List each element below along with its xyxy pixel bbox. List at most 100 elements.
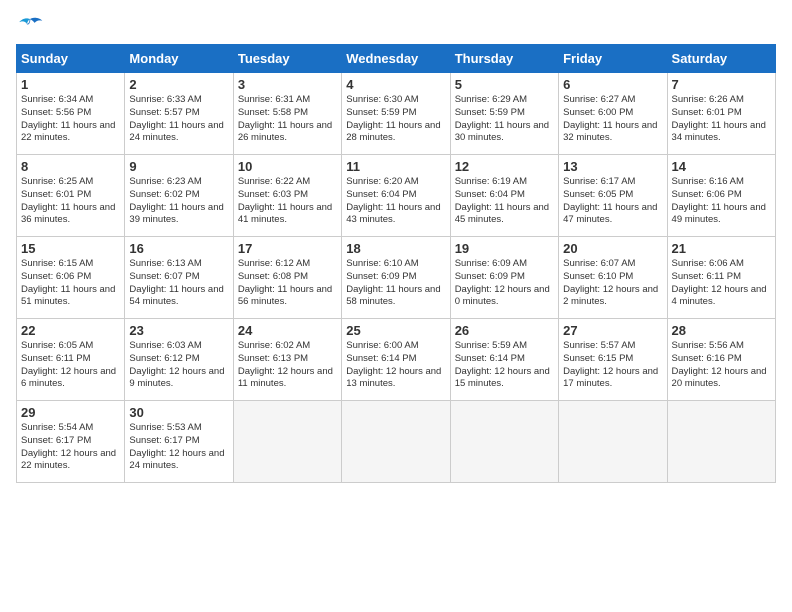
day-info: Sunrise: 6:15 AMSunset: 6:06 PMDaylight:… <box>21 258 120 309</box>
day-info: Sunrise: 6:16 AMSunset: 6:06 PMDaylight:… <box>672 176 771 227</box>
day-number: 29 <box>21 405 120 420</box>
calendar-cell: 22 Sunrise: 6:05 AMSunset: 6:11 PMDayligh… <box>17 319 125 401</box>
calendar-cell <box>233 401 341 483</box>
calendar-cell <box>559 401 667 483</box>
calendar-cell: 12 Sunrise: 6:19 AMSunset: 6:04 PMDayligh… <box>450 155 558 237</box>
calendar-cell: 11 Sunrise: 6:20 AMSunset: 6:04 PMDayligh… <box>342 155 450 237</box>
day-info: Sunrise: 6:03 AMSunset: 6:12 PMDaylight:… <box>129 340 228 391</box>
day-info: Sunrise: 6:34 AMSunset: 5:56 PMDaylight:… <box>21 94 120 145</box>
day-number: 2 <box>129 77 228 92</box>
week-row: 8Sunrise: 6:25 AMSunset: 6:01 PMDaylight… <box>17 155 776 237</box>
calendar-cell <box>667 401 775 483</box>
day-info: Sunrise: 6:31 AMSunset: 5:58 PMDaylight:… <box>238 94 337 145</box>
calendar-cell: 18 Sunrise: 6:10 AMSunset: 6:09 PMDayligh… <box>342 237 450 319</box>
calendar-cell: 1 Sunrise: 6:34 AMSunset: 5:56 PMDaylight… <box>17 73 125 155</box>
calendar-cell: 28Sunrise: 5:56 AMSunset: 6:16 PMDayligh… <box>667 319 775 401</box>
day-info: Sunrise: 6:30 AMSunset: 5:59 PMDaylight:… <box>346 94 445 145</box>
calendar-cell: 13 Sunrise: 6:17 AMSunset: 6:05 PMDayligh… <box>559 155 667 237</box>
day-info: Sunrise: 6:06 AMSunset: 6:11 PMDaylight:… <box>672 258 771 309</box>
calendar-cell <box>342 401 450 483</box>
calendar-cell: 26 Sunrise: 5:59 AMSunset: 6:14 PMDayligh… <box>450 319 558 401</box>
day-info: Sunrise: 6:12 AMSunset: 6:08 PMDaylight:… <box>238 258 337 309</box>
day-number: 12 <box>455 159 554 174</box>
calendar-cell: 17 Sunrise: 6:12 AMSunset: 6:08 PMDayligh… <box>233 237 341 319</box>
day-number: 22 <box>21 323 120 338</box>
calendar-cell: 15 Sunrise: 6:15 AMSunset: 6:06 PMDayligh… <box>17 237 125 319</box>
calendar-cell: 5 Sunrise: 6:29 AMSunset: 5:59 PMDaylight… <box>450 73 558 155</box>
calendar-cell: 14 Sunrise: 6:16 AMSunset: 6:06 PMDayligh… <box>667 155 775 237</box>
week-row: 29Sunrise: 5:54 AMSunset: 6:17 PMDayligh… <box>17 401 776 483</box>
day-number: 6 <box>563 77 662 92</box>
day-number: 15 <box>21 241 120 256</box>
day-number: 7 <box>672 77 771 92</box>
day-number: 5 <box>455 77 554 92</box>
day-info: Sunrise: 5:53 AMSunset: 6:17 PMDaylight:… <box>129 422 228 473</box>
day-number: 19 <box>455 241 554 256</box>
day-info: Sunrise: 6:27 AMSunset: 6:00 PMDaylight:… <box>563 94 662 145</box>
day-number: 14 <box>672 159 771 174</box>
calendar-cell: 24 Sunrise: 6:02 AMSunset: 6:13 PMDayligh… <box>233 319 341 401</box>
day-header-saturday: Saturday <box>667 45 775 73</box>
calendar-cell: 10 Sunrise: 6:22 AMSunset: 6:03 PMDayligh… <box>233 155 341 237</box>
calendar-cell: 8Sunrise: 6:25 AMSunset: 6:01 PMDaylight… <box>17 155 125 237</box>
calendar-cell: 2 Sunrise: 6:33 AMSunset: 5:57 PMDaylight… <box>125 73 233 155</box>
week-row: 1 Sunrise: 6:34 AMSunset: 5:56 PMDaylight… <box>17 73 776 155</box>
logo <box>16 16 48 36</box>
calendar-cell: 9 Sunrise: 6:23 AMSunset: 6:02 PMDaylight… <box>125 155 233 237</box>
day-number: 9 <box>129 159 228 174</box>
day-info: Sunrise: 6:02 AMSunset: 6:13 PMDaylight:… <box>238 340 337 391</box>
week-row: 22 Sunrise: 6:05 AMSunset: 6:11 PMDayligh… <box>17 319 776 401</box>
day-number: 20 <box>563 241 662 256</box>
day-info: Sunrise: 6:22 AMSunset: 6:03 PMDaylight:… <box>238 176 337 227</box>
day-number: 10 <box>238 159 337 174</box>
calendar-cell: 21 Sunrise: 6:06 AMSunset: 6:11 PMDayligh… <box>667 237 775 319</box>
day-number: 27 <box>563 323 662 338</box>
day-info: Sunrise: 5:59 AMSunset: 6:14 PMDaylight:… <box>455 340 554 391</box>
day-number: 3 <box>238 77 337 92</box>
day-info: Sunrise: 6:29 AMSunset: 5:59 PMDaylight:… <box>455 94 554 145</box>
day-info: Sunrise: 6:20 AMSunset: 6:04 PMDaylight:… <box>346 176 445 227</box>
day-info: Sunrise: 6:25 AMSunset: 6:01 PMDaylight:… <box>21 176 120 227</box>
day-number: 4 <box>346 77 445 92</box>
week-row: 15 Sunrise: 6:15 AMSunset: 6:06 PMDayligh… <box>17 237 776 319</box>
calendar-cell: 25 Sunrise: 6:00 AMSunset: 6:14 PMDayligh… <box>342 319 450 401</box>
day-info: Sunrise: 6:00 AMSunset: 6:14 PMDaylight:… <box>346 340 445 391</box>
calendar-cell: 20 Sunrise: 6:07 AMSunset: 6:10 PMDayligh… <box>559 237 667 319</box>
calendar-cell: 7 Sunrise: 6:26 AMSunset: 6:01 PMDaylight… <box>667 73 775 155</box>
day-number: 30 <box>129 405 228 420</box>
calendar-cell: 3 Sunrise: 6:31 AMSunset: 5:58 PMDaylight… <box>233 73 341 155</box>
day-number: 16 <box>129 241 228 256</box>
header <box>16 16 776 36</box>
day-info: Sunrise: 5:57 AMSunset: 6:15 PMDaylight:… <box>563 340 662 391</box>
day-info: Sunrise: 6:05 AMSunset: 6:11 PMDaylight:… <box>21 340 120 391</box>
day-info: Sunrise: 6:17 AMSunset: 6:05 PMDaylight:… <box>563 176 662 227</box>
day-info: Sunrise: 6:10 AMSunset: 6:09 PMDaylight:… <box>346 258 445 309</box>
header-row: SundayMondayTuesdayWednesdayThursdayFrid… <box>17 45 776 73</box>
calendar-cell: 6 Sunrise: 6:27 AMSunset: 6:00 PMDaylight… <box>559 73 667 155</box>
calendar-cell <box>450 401 558 483</box>
calendar-cell: 23Sunrise: 6:03 AMSunset: 6:12 PMDayligh… <box>125 319 233 401</box>
day-header-monday: Monday <box>125 45 233 73</box>
day-info: Sunrise: 6:26 AMSunset: 6:01 PMDaylight:… <box>672 94 771 145</box>
calendar-cell: 16 Sunrise: 6:13 AMSunset: 6:07 PMDayligh… <box>125 237 233 319</box>
day-info: Sunrise: 6:23 AMSunset: 6:02 PMDaylight:… <box>129 176 228 227</box>
day-number: 13 <box>563 159 662 174</box>
calendar-cell: 19Sunrise: 6:09 AMSunset: 6:09 PMDayligh… <box>450 237 558 319</box>
day-header-tuesday: Tuesday <box>233 45 341 73</box>
day-info: Sunrise: 6:13 AMSunset: 6:07 PMDaylight:… <box>129 258 228 309</box>
day-number: 1 <box>21 77 120 92</box>
logo-icon <box>16 16 44 36</box>
calendar: SundayMondayTuesdayWednesdayThursdayFrid… <box>16 44 776 483</box>
day-header-friday: Friday <box>559 45 667 73</box>
day-number: 17 <box>238 241 337 256</box>
day-number: 11 <box>346 159 445 174</box>
day-info: Sunrise: 6:07 AMSunset: 6:10 PMDaylight:… <box>563 258 662 309</box>
day-number: 18 <box>346 241 445 256</box>
day-number: 24 <box>238 323 337 338</box>
day-number: 26 <box>455 323 554 338</box>
day-number: 21 <box>672 241 771 256</box>
day-header-thursday: Thursday <box>450 45 558 73</box>
day-info: Sunrise: 6:19 AMSunset: 6:04 PMDaylight:… <box>455 176 554 227</box>
day-info: Sunrise: 6:33 AMSunset: 5:57 PMDaylight:… <box>129 94 228 145</box>
day-number: 25 <box>346 323 445 338</box>
